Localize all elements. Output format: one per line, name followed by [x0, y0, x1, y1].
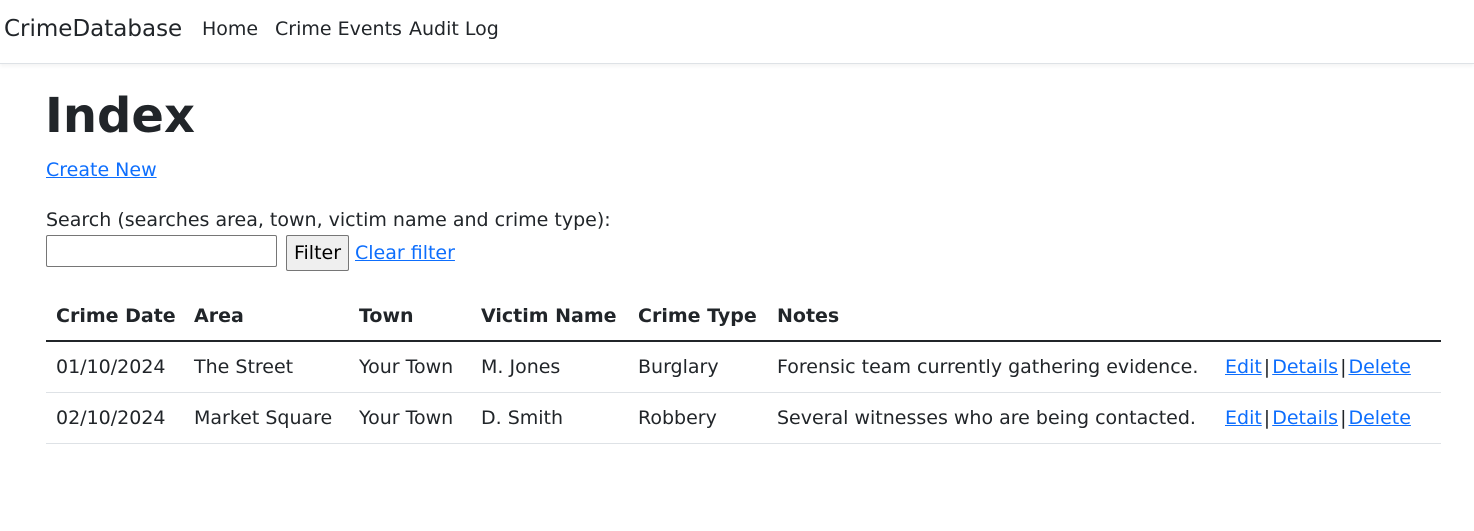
- cell-victim-name: M. Jones: [471, 341, 628, 393]
- delete-link[interactable]: Delete: [1348, 356, 1410, 378]
- search-input[interactable]: [46, 235, 277, 267]
- brand-link[interactable]: CrimeDatabase: [4, 14, 182, 44]
- table-row: 02/10/2024 Market Square Your Town D. Sm…: [46, 392, 1441, 444]
- header-area: Area: [184, 292, 349, 342]
- table-row: 01/10/2024 The Street Your Town M. Jones…: [46, 341, 1441, 393]
- cell-area: The Street: [184, 341, 349, 393]
- row-actions: Edit | Details | Delete: [1215, 392, 1441, 444]
- action-separator: |: [1263, 355, 1271, 378]
- details-link[interactable]: Details: [1272, 407, 1338, 429]
- action-separator: |: [1340, 355, 1347, 378]
- nav-home[interactable]: Home: [202, 16, 258, 42]
- row-actions: Edit | Details | Delete: [1215, 341, 1441, 393]
- clear-filter-link[interactable]: Clear filter: [355, 240, 455, 266]
- cell-crime-type: Burglary: [628, 341, 767, 393]
- nav-audit-log[interactable]: Audit Log: [409, 16, 499, 42]
- header-notes: Notes: [767, 292, 1215, 342]
- header-crime-type: Crime Type: [628, 292, 767, 342]
- cell-notes: Several witnesses who are being contacte…: [767, 392, 1215, 444]
- header-crime-date: Crime Date: [46, 292, 184, 342]
- delete-link[interactable]: Delete: [1348, 407, 1410, 429]
- header-victim-name: Victim Name: [471, 292, 628, 342]
- edit-link[interactable]: Edit: [1225, 356, 1262, 378]
- cell-notes: Forensic team currently gathering eviden…: [767, 341, 1215, 393]
- cell-area: Market Square: [184, 392, 349, 444]
- filter-button[interactable]: Filter: [286, 235, 349, 271]
- cell-crime-type: Robbery: [628, 392, 767, 444]
- action-separator: |: [1263, 406, 1271, 429]
- crime-events-table: Crime Date Area Town Victim Name Crime T…: [46, 292, 1441, 444]
- search-label: Search (searches area, town, victim name…: [46, 209, 611, 231]
- details-link[interactable]: Details: [1272, 356, 1338, 378]
- cell-crime-date: 01/10/2024: [46, 341, 184, 393]
- nav-crime-events[interactable]: Crime Events: [275, 16, 402, 42]
- header-town: Town: [349, 292, 471, 342]
- cell-town: Your Town: [349, 392, 471, 444]
- cell-crime-date: 02/10/2024: [46, 392, 184, 444]
- create-new-link[interactable]: Create New: [46, 157, 157, 183]
- header-actions: [1215, 292, 1441, 342]
- edit-link[interactable]: Edit: [1225, 407, 1262, 429]
- page-title: Index: [45, 88, 195, 144]
- action-separator: |: [1340, 406, 1347, 429]
- cell-town: Your Town: [349, 341, 471, 393]
- top-navbar: CrimeDatabase Home Crime Events Audit Lo…: [0, 0, 1474, 64]
- cell-victim-name: D. Smith: [471, 392, 628, 444]
- table-header-row: Crime Date Area Town Victim Name Crime T…: [46, 292, 1441, 342]
